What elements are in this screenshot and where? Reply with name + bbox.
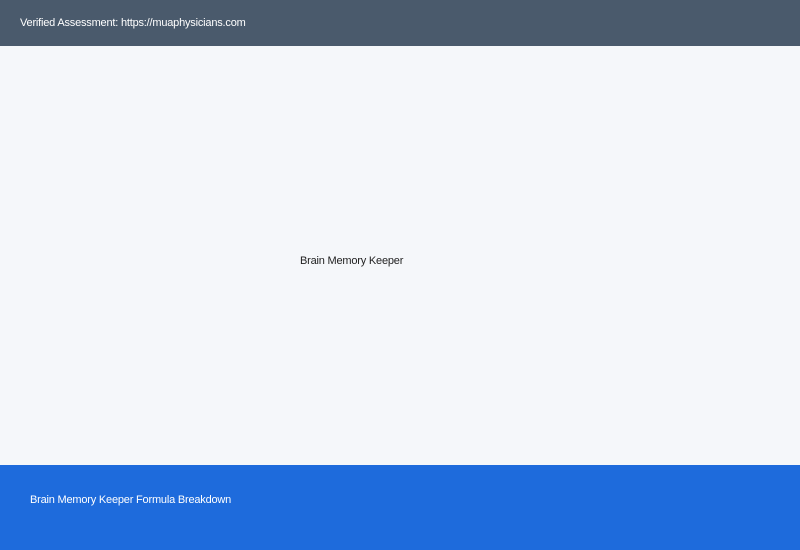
product-image-alt-text: Brain Memory Keeper bbox=[300, 255, 404, 267]
verified-assessment-text: Verified Assessment: https://muaphysicia… bbox=[20, 17, 246, 29]
bottom-banner: Brain Memory Keeper Formula Breakdown bbox=[0, 465, 800, 550]
top-bar: Verified Assessment: https://muaphysicia… bbox=[0, 0, 800, 46]
main-image-area: Brain Memory Keeper bbox=[0, 46, 800, 465]
formula-breakdown-link[interactable]: Brain Memory Keeper Formula Breakdown bbox=[30, 494, 231, 506]
